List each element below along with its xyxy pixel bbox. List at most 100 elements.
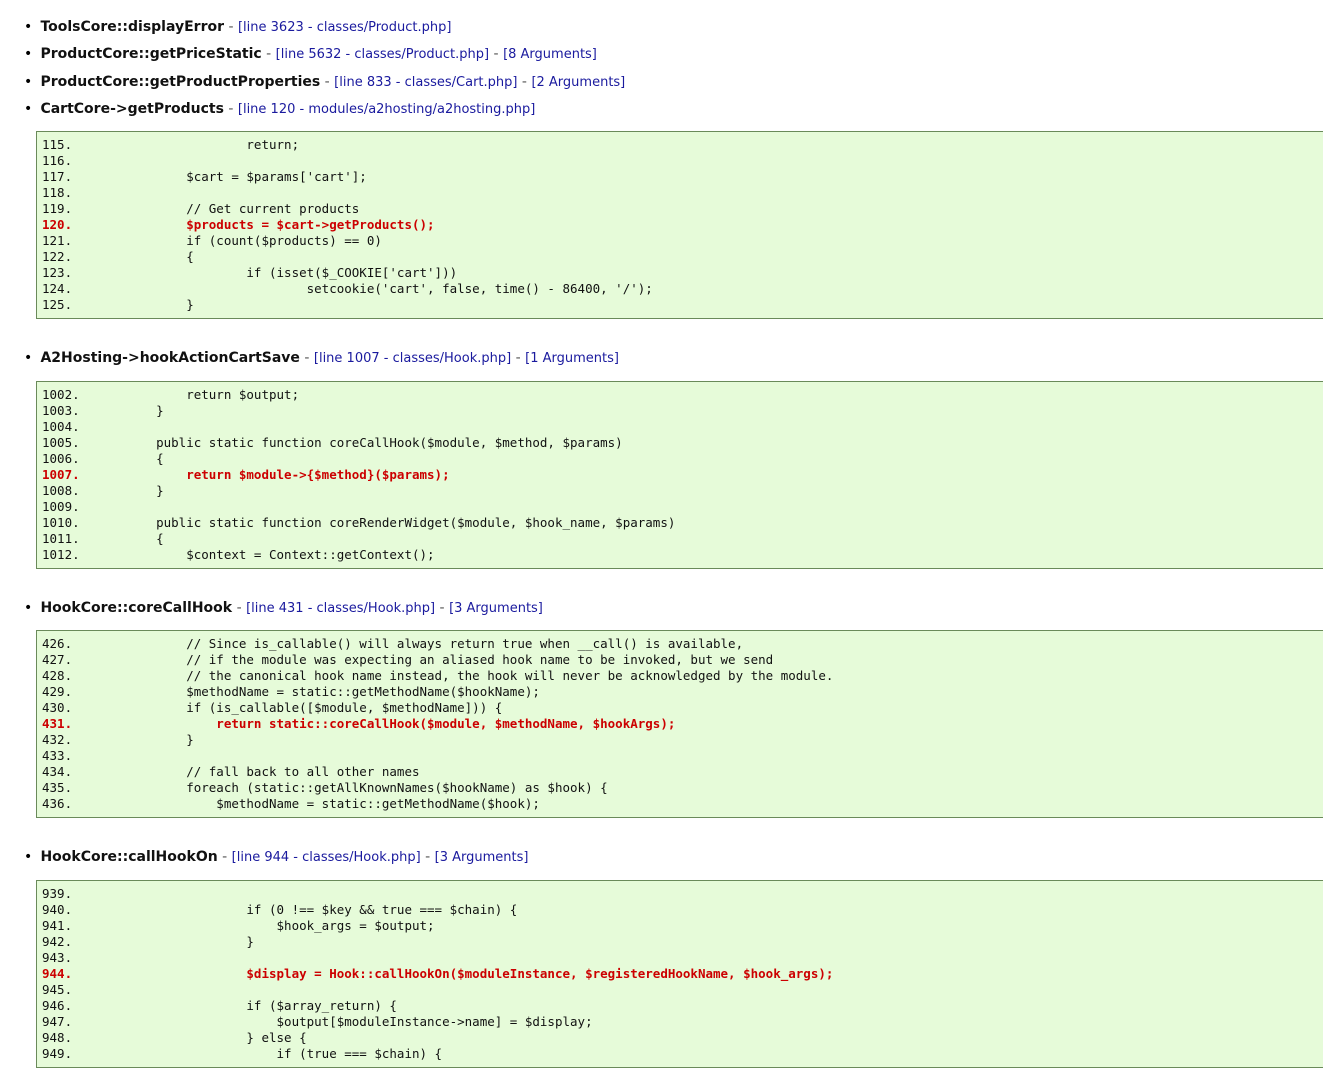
trace-function: ToolsCore::displayError [40,19,225,35]
trace-arguments-link[interactable]: [3 Arguments] [449,601,543,616]
code-line: 119. // Get current products [37,201,1323,217]
separator: - [266,46,272,62]
trace-location-link[interactable]: [line 3623 - classes/Product.php] [238,20,451,35]
code-line: 949. if (true === $chain) { [37,1046,1323,1062]
bullet-icon: • [24,19,33,35]
code-line: 435. foreach (static::getAllKnownNames($… [37,780,1323,796]
code-text: } [126,732,194,747]
trace-arguments-link[interactable]: [1 Arguments] [525,351,619,366]
code-line: 1003. } [37,403,1323,419]
code-line: 943. [37,950,1323,966]
line-number: 949. [42,1046,73,1061]
trace-function: HookCore::coreCallHook [40,600,233,616]
trace-function: ProductCore::getPriceStatic [40,46,262,62]
code-text: } [126,403,164,418]
trace-location-link[interactable]: [line 431 - classes/Hook.php] [246,601,435,616]
trace-function: CartCore->getProducts [40,101,224,117]
code-text: public static function coreCallHook($mod… [126,435,623,450]
code-line: 1012. $context = Context::getContext(); [37,547,1323,563]
code-line: 939. [37,886,1323,902]
code-text: } [126,483,164,498]
code-line: 1004. [37,419,1323,435]
line-number: 1007. [42,467,80,482]
line-number: 947. [42,1014,73,1029]
code-text: $methodName = static::getMethodName($hoo… [126,796,540,811]
highlighted-code-line: 1007. return $module->{$method}($params)… [37,467,1323,483]
code-line: 124. setcookie('cart', false, time() - 8… [37,281,1323,297]
line-number: 436. [42,796,73,811]
code-text: $methodName = static::getMethodName($hoo… [126,684,540,699]
line-number: 122. [42,249,73,264]
trace-arguments-link[interactable]: [8 Arguments] [503,47,597,62]
trace-location-link[interactable]: [line 120 - modules/a2hosting/a2hosting.… [238,102,535,117]
trace-item: • ProductCore::getPriceStatic - [line 56… [24,44,597,64]
code-line: 947. $output[$moduleInstance->name] = $d… [37,1014,1323,1030]
trace-item: • HookCore::callHookOn - [line 944 - cla… [24,847,528,867]
line-number: 1005. [42,435,80,450]
bullet-icon: • [24,101,33,117]
trace-item: • A2Hosting->hookActionCartSave - [line … [24,348,619,368]
line-number: 431. [42,716,73,731]
line-number: 946. [42,998,73,1013]
code-line: 1011. { [37,531,1323,547]
line-number: 1002. [42,387,80,402]
line-number: 432. [42,732,73,747]
code-text: $hook_args = $output; [126,918,435,933]
code-line: 122. { [37,249,1323,265]
line-number: 123. [42,265,73,280]
code-text: foreach (static::getAllKnownNames($hookN… [126,780,608,795]
line-number: 427. [42,652,73,667]
code-line: 123. if (isset($_COOKIE['cart'])) [37,265,1323,281]
code-line: 115. return; [37,137,1323,153]
line-number: 943. [42,950,73,965]
trace-item: • HookCore::coreCallHook - [line 431 - c… [24,598,543,618]
code-text: $context = Context::getContext(); [126,547,435,562]
separator: - [228,19,234,35]
line-number: 948. [42,1030,73,1045]
trace-location-link[interactable]: [line 944 - classes/Hook.php] [232,850,421,865]
line-number: 120. [42,217,73,232]
code-text: if ($array_return) { [126,998,397,1013]
code-line: 946. if ($array_return) { [37,998,1323,1014]
trace-location-link[interactable]: [line 1007 - classes/Hook.php] [314,351,511,366]
code-line: 428. // the canonical hook name instead,… [37,668,1323,684]
code-line: 430. if (is_callable([$module, $methodNa… [37,700,1323,716]
code-text: // fall back to all other names [126,764,420,779]
line-number: 426. [42,636,73,651]
code-line: 1002. return $output; [37,387,1323,403]
code-text: $display = Hook::callHookOn($moduleInsta… [126,966,834,981]
line-number: 115. [42,137,73,152]
line-number: 119. [42,201,73,216]
code-text: if (count($products) == 0) [126,233,382,248]
trace-location-link[interactable]: [line 833 - classes/Cart.php] [334,75,517,90]
line-number: 428. [42,668,73,683]
line-number: 1006. [42,451,80,466]
code-text: return $module->{$method}($params); [126,467,450,482]
code-text: if (is_callable([$module, $methodName]))… [126,700,503,715]
line-number: 1003. [42,403,80,418]
code-text: $output[$moduleInstance->name] = $displa… [126,1014,593,1029]
code-line: 433. [37,748,1323,764]
code-excerpt: 1002. return $output; 1003. } 1004. 1005… [36,381,1323,569]
code-text: return static::coreCallHook($module, $me… [126,716,676,731]
trace-location-link[interactable]: [line 5632 - classes/Product.php] [276,47,489,62]
separator: - [304,350,310,366]
line-number: 121. [42,233,73,248]
separator: - [228,101,234,117]
bullet-icon: • [24,350,33,366]
code-text: public static function coreRenderWidget(… [126,515,676,530]
code-line: 427. // if the module was expecting an a… [37,652,1323,668]
trace-item: • CartCore->getProducts - [line 120 - mo… [24,99,535,119]
code-text: // if the module was expecting an aliase… [126,652,774,667]
trace-arguments-link[interactable]: [3 Arguments] [435,850,529,865]
bullet-icon: • [24,74,33,90]
code-line: 1009. [37,499,1323,515]
line-number: 945. [42,982,73,997]
trace-arguments-link[interactable]: [2 Arguments] [531,75,625,90]
code-line: 118. [37,185,1323,201]
code-line: 116. [37,153,1323,169]
line-number: 117. [42,169,73,184]
code-text: if (0 !== $key && true === $chain) { [126,902,518,917]
line-number: 1010. [42,515,80,530]
line-number: 941. [42,918,73,933]
